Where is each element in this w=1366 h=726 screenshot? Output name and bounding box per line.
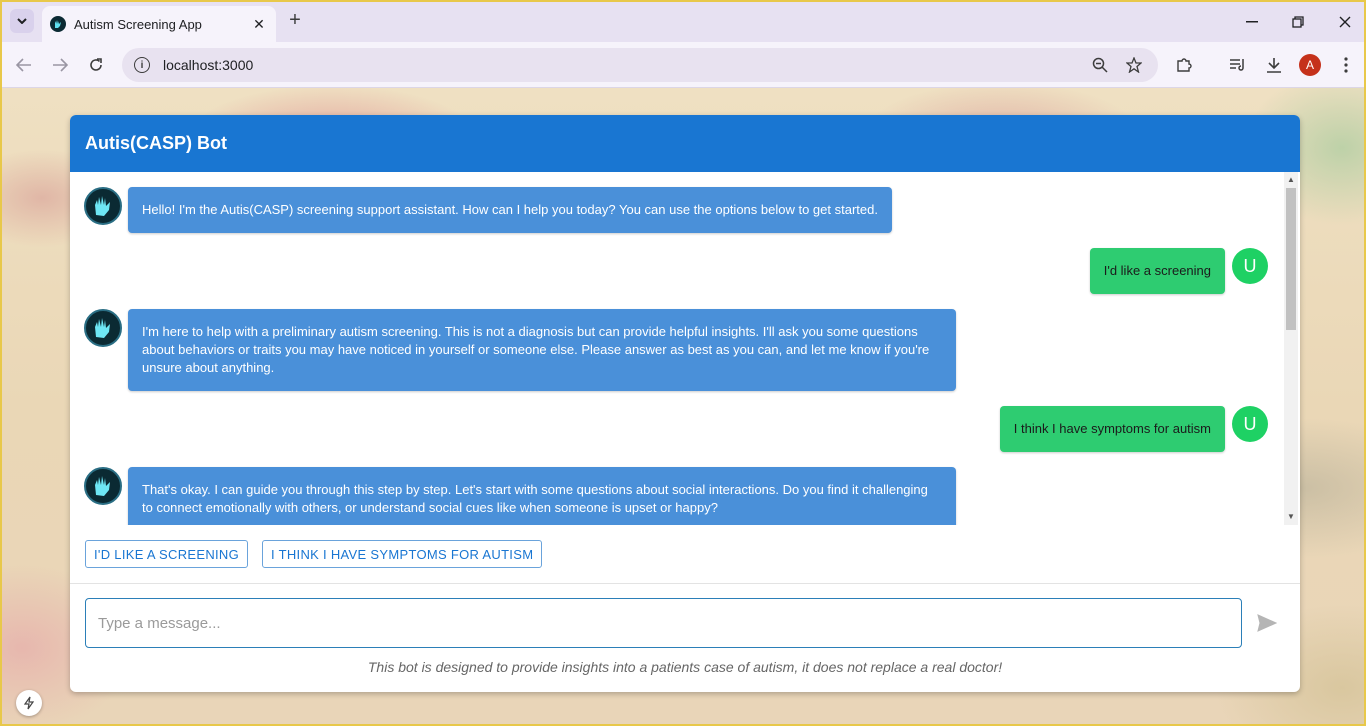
tab-bar: Autism Screening App ✕ +	[2, 2, 1364, 42]
address-bar[interactable]: i localhost:3000	[122, 48, 1158, 82]
restore-icon[interactable]	[1286, 10, 1310, 34]
profile-avatar[interactable]: A	[1299, 54, 1321, 76]
bookmark-star-icon[interactable]	[1124, 55, 1144, 75]
tab-search-button[interactable]	[10, 9, 34, 33]
disclaimer-text: This bot is designed to provide insights…	[367, 659, 1003, 675]
new-tab-button[interactable]: +	[284, 10, 306, 32]
chevron-down-icon	[17, 18, 27, 24]
more-menu-icon[interactable]	[1334, 53, 1358, 77]
close-window-icon[interactable]	[1333, 10, 1357, 34]
tab-title: Autism Screening App	[74, 16, 202, 32]
quick-replies: I'D LIKE A SCREENING I THINK I HAVE SYMP…	[85, 540, 543, 568]
zoom-icon[interactable]	[1090, 55, 1110, 75]
quick-reply-symptoms[interactable]: I THINK I HAVE SYMPTOMS FOR AUTISM	[262, 540, 543, 568]
user-avatar: U	[1232, 406, 1268, 442]
scroll-up-icon[interactable]: ▲	[1284, 174, 1298, 186]
bot-hand-logo-icon	[84, 309, 122, 347]
browser-toolbar: i localhost:3000 A	[2, 42, 1364, 88]
scroll-down-icon[interactable]: ▼	[1284, 511, 1298, 523]
bolt-icon[interactable]	[16, 690, 42, 716]
forward-arrow-icon[interactable]	[48, 53, 72, 77]
message-input-box[interactable]	[85, 598, 1242, 648]
user-message: I'd like a screening	[1089, 248, 1225, 294]
bot-message: That's okay. I can guide you through thi…	[128, 467, 956, 525]
reading-list-icon[interactable]	[1226, 53, 1250, 77]
minimize-icon[interactable]	[1240, 10, 1264, 34]
message-input[interactable]	[98, 614, 1241, 632]
url-text: localhost:3000	[163, 57, 254, 73]
tab-close-icon[interactable]: ✕	[250, 16, 268, 33]
browser-window: Autism Screening App ✕ + i localhost:300…	[0, 0, 1366, 726]
divider	[70, 583, 1300, 584]
message-scrollbar[interactable]: ▲ ▼	[1284, 172, 1298, 525]
bot-message: I'm here to help with a preliminary auti…	[128, 309, 956, 391]
reload-icon[interactable]	[84, 53, 108, 77]
user-message: I think I have symptoms for autism	[999, 406, 1225, 452]
send-icon[interactable]	[1256, 612, 1278, 634]
bot-hand-logo-icon	[84, 187, 122, 225]
hand-logo-icon	[50, 16, 66, 32]
extensions-puzzle-icon[interactable]	[1172, 53, 1196, 77]
download-icon[interactable]	[1262, 53, 1286, 77]
chat-card: Autis(CASP) Bot Hello! I'm the Autis(CAS…	[70, 115, 1300, 692]
user-avatar: U	[1232, 248, 1268, 284]
message-list[interactable]: Hello! I'm the Autis(CASP) screening sup…	[70, 172, 1300, 525]
browser-tab[interactable]: Autism Screening App ✕	[42, 6, 276, 42]
back-arrow-icon[interactable]	[12, 53, 36, 77]
chat-title: Autis(CASP) Bot	[85, 133, 227, 153]
site-info-icon[interactable]: i	[134, 57, 150, 73]
scroll-thumb[interactable]	[1286, 188, 1296, 330]
bot-message: Hello! I'm the Autis(CASP) screening sup…	[128, 187, 892, 233]
chat-header: Autis(CASP) Bot	[70, 115, 1300, 172]
quick-reply-screening[interactable]: I'D LIKE A SCREENING	[85, 540, 249, 568]
bot-hand-logo-icon	[84, 467, 122, 505]
